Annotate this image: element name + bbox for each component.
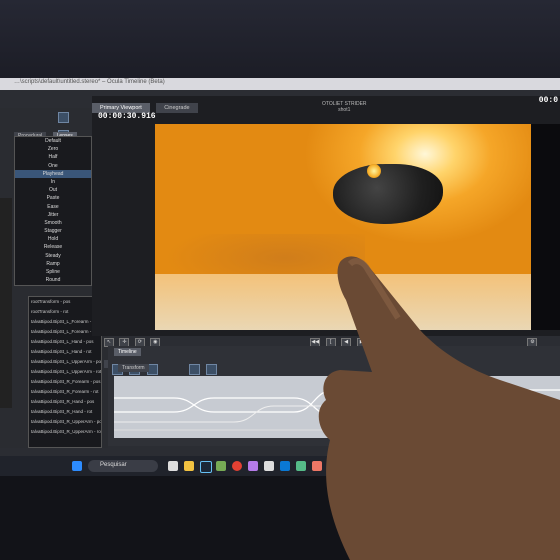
transform-dropdown[interactable]: Transform <box>118 364 149 372</box>
task-view-icon[interactable] <box>168 461 178 471</box>
windows-icon[interactable] <box>72 461 82 471</box>
store-icon[interactable] <box>296 461 306 471</box>
list-item[interactable]: Zero <box>15 145 91 153</box>
list-item[interactable]: Release <box>15 243 91 251</box>
list-item[interactable]: Ease <box>15 203 91 211</box>
list-item[interactable]: Steady <box>15 252 91 260</box>
render-view[interactable] <box>155 124 531 330</box>
left-tabs: Procedural Lenses <box>14 124 79 140</box>
app-icon-3[interactable] <box>264 461 274 471</box>
curve-editor[interactable] <box>114 376 560 438</box>
creature-model <box>333 164 443 224</box>
list-item[interactable]: Smooth <box>15 219 91 227</box>
search-placeholder: Pesquisar <box>100 462 127 468</box>
list-item[interactable]: talvaBipod.BipSt_R_UpperArm - pos <box>29 417 101 427</box>
left-toolbar <box>58 110 88 141</box>
file-explorer-icon[interactable] <box>184 461 194 471</box>
list-item[interactable]: Paste <box>15 194 91 202</box>
ground-plane <box>155 274 531 330</box>
list-item[interactable]: Ramp <box>15 260 91 268</box>
app-icon-2[interactable] <box>248 461 258 471</box>
monitor-bezel-top <box>0 0 560 78</box>
preset-list: Default Zero Half One Playhead In Out Pa… <box>14 136 92 286</box>
monitor-bezel-bottom <box>0 476 560 560</box>
list-item[interactable]: Stagger <box>15 227 91 235</box>
tab-timeline[interactable]: Timeline <box>114 348 141 356</box>
screen: …\scripts\default\untitled.stereo* – Ocu… <box>0 78 560 476</box>
viewport-tabs: Primary Viewport Cinegrade <box>92 96 200 113</box>
list-item[interactable]: talvaBipod.BipSt_R_UpperArm - rot <box>29 427 101 437</box>
list-item[interactable]: talvaBipod.BipSt_R_Hand - pos <box>29 397 101 407</box>
tab-cinegrade[interactable]: Cinegrade <box>156 103 198 113</box>
app-icon-4[interactable] <box>312 461 322 471</box>
keyframe-region <box>352 376 380 438</box>
list-item[interactable]: talvaBipod.BipSt_L_UpperArm - rot <box>29 367 101 377</box>
list-item[interactable]: talvaBipod.BipSt_R_Forearm - pos <box>29 377 101 387</box>
channel-list: rootTransform - pos rootTransform - rot … <box>28 296 102 448</box>
loop-icon[interactable] <box>206 364 218 375</box>
list-item[interactable]: One <box>15 162 91 170</box>
os-taskbar: Pesquisar <box>0 456 560 476</box>
viewport-panel: Primary Viewport Cinegrade OTOLIET STRID… <box>92 96 560 368</box>
list-item[interactable]: In <box>15 178 91 186</box>
curve-line <box>114 389 560 413</box>
list-item[interactable]: Out <box>15 186 91 194</box>
list-item[interactable]: rootTransform - pos <box>29 297 101 307</box>
window-titlebar: …\scripts\default\untitled.stereo* – Ocu… <box>0 78 560 90</box>
curve-graph <box>114 376 560 438</box>
list-item[interactable]: talvaBipod.BipSt_L_Forearm - pos <box>29 317 101 327</box>
window-title: …\scripts\default\untitled.stereo* – Ocu… <box>14 79 165 85</box>
list-item[interactable]: Hold <box>15 235 91 243</box>
list-item[interactable]: talvaBipod.BipSt_L_Forearm - rot <box>29 327 101 337</box>
list-item[interactable]: Round <box>15 276 91 284</box>
wand-icon[interactable] <box>58 112 69 123</box>
timeline-panel: Timeline Transform <box>108 346 560 446</box>
steam-icon[interactable] <box>200 461 212 473</box>
list-item[interactable]: talvaBipod.BipSt_R_Hand - rot <box>29 407 101 417</box>
list-item[interactable]: talvaBipod.BipSt_L_Hand - pos <box>29 337 101 347</box>
creature-eye <box>367 164 381 178</box>
timecode-readout: 00:00:30.916 <box>98 112 156 121</box>
list-item[interactable]: talvaBipod.BipSt_L_UpperArm - pos <box>29 357 101 367</box>
list-item[interactable]: talvaBipod.BipSt_L_Hand - rot <box>29 347 101 357</box>
timecode-readout-secondary: 00:0 <box>538 96 558 105</box>
curve-line <box>114 397 560 417</box>
magnet-icon[interactable] <box>188 364 200 375</box>
list-item[interactable]: rootTransform - rot <box>29 307 101 317</box>
viewport-title-block: OTOLIET STRIDER shot1 <box>322 101 367 113</box>
list-item[interactable]: Default <box>15 137 91 145</box>
taskbar-search[interactable]: Pesquisar <box>88 460 158 472</box>
viewport-subtitle: shot1 <box>338 107 351 113</box>
list-item[interactable]: Playhead <box>15 169 91 178</box>
list-item[interactable]: Spline <box>15 268 91 276</box>
left-strip <box>0 198 12 408</box>
vscode-icon[interactable] <box>280 461 290 471</box>
list-item[interactable]: Jitter <box>15 211 91 219</box>
playback-bar: ↖ ✛ ⟳ ◉ ◀◀ [ ◀ ▶ ▶ ▶▶ ⚙ camera <box>104 334 560 368</box>
viewport-right-strip <box>531 124 560 330</box>
curve-line <box>114 405 560 423</box>
list-item[interactable]: Half <box>15 153 91 161</box>
app-icon[interactable] <box>216 461 226 471</box>
chrome-icon[interactable] <box>232 461 242 471</box>
list-item[interactable]: talvaBipod.BipSt_R_Forearm - rot <box>29 387 101 397</box>
